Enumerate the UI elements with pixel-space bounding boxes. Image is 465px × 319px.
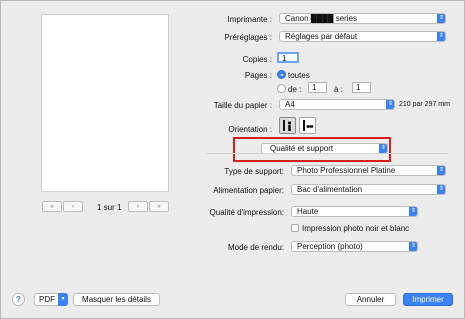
help-button[interactable]: ? — [12, 293, 25, 306]
paper-source-label: Alimentation papier: — [213, 186, 284, 195]
first-page-button[interactable]: « — [42, 201, 62, 212]
pager-back-group: « ‹ — [42, 201, 83, 212]
paper-source-value: Bac d'alimentation — [297, 185, 363, 194]
printer-select[interactable]: Canon ████ series ⇕ — [279, 13, 446, 24]
double-chevron-right-icon: » — [157, 203, 161, 210]
copies-input[interactable]: 1 — [277, 52, 299, 63]
page-preview — [41, 14, 169, 192]
next-page-button[interactable]: › — [128, 201, 148, 212]
rendering-select[interactable]: Perception (photo) ⇕ — [291, 241, 418, 252]
updown-arrows-icon: ⇕ — [437, 166, 445, 175]
pages-all-label: toutes — [288, 71, 310, 80]
chevron-down-icon: ▾ — [58, 293, 68, 306]
landscape-icon — [303, 120, 314, 131]
portrait-icon — [283, 120, 292, 131]
portrait-button[interactable] — [279, 117, 296, 134]
printer-value: Canon ████ series — [285, 14, 358, 23]
highlight-box — [233, 137, 391, 162]
grayscale-checkbox[interactable] — [291, 224, 299, 232]
updown-arrows-icon: ⇕ — [437, 32, 445, 41]
media-type-label: Type de support: — [224, 167, 284, 176]
print-quality-select[interactable]: Haute ⇕ — [291, 206, 418, 217]
updown-arrows-icon: ⇕ — [386, 100, 394, 109]
pages-all-radio[interactable] — [277, 70, 286, 79]
pager-forward-group: › » — [128, 201, 169, 212]
printer-label: Imprimante : — [227, 15, 272, 24]
pdf-menu-button[interactable]: PDF ▾ — [34, 293, 68, 306]
updown-arrows-icon: ⇕ — [437, 14, 445, 23]
rendering-value: Perception (photo) — [297, 242, 363, 251]
media-type-value: Photo Professionnel Platine — [297, 166, 396, 175]
print-button[interactable]: Imprimer — [403, 293, 453, 306]
pages-from-input[interactable]: 1 — [308, 82, 327, 93]
pages-from-label: de : — [288, 85, 302, 94]
grayscale-label: Impression photo noir et blanc — [302, 224, 410, 233]
pages-range-radio[interactable] — [277, 84, 286, 93]
pages-to-input[interactable]: 1 — [352, 82, 371, 93]
print-dialog: « ‹ 1 sur 1 › » Imprimante : Canon ████ … — [0, 0, 465, 319]
updown-arrows-icon: ⇕ — [409, 242, 417, 251]
landscape-button[interactable] — [299, 117, 316, 134]
paper-size-select[interactable]: A4 ⇕ — [279, 99, 395, 110]
presets-value: Réglages par défaut — [285, 32, 358, 41]
last-page-button[interactable]: » — [149, 201, 169, 212]
print-quality-value: Haute — [297, 207, 319, 216]
pages-label: Pages : — [244, 71, 272, 80]
chevron-left-icon: ‹ — [72, 203, 74, 210]
double-chevron-left-icon: « — [50, 203, 54, 210]
cancel-button[interactable]: Annuler — [345, 293, 396, 306]
page-indicator: 1 sur 1 — [97, 203, 122, 212]
updown-arrows-icon: ⇕ — [409, 207, 417, 216]
presets-label: Préréglages : — [224, 33, 272, 42]
section-divider — [206, 153, 448, 154]
paper-size-label: Taille du papier : — [213, 101, 272, 110]
paper-size-value: A4 — [285, 100, 295, 109]
updown-arrows-icon: ⇕ — [437, 185, 445, 194]
pages-to-label: à : — [334, 85, 343, 94]
orientation-label: Orientation : — [228, 125, 272, 134]
media-type-select[interactable]: Photo Professionnel Platine ⇕ — [291, 165, 446, 176]
chevron-right-icon: › — [137, 203, 139, 210]
print-quality-label: Qualité d'impression: — [209, 208, 284, 217]
paper-source-select[interactable]: Bac d'alimentation ⇕ — [291, 184, 446, 195]
paper-dimensions: 210 par 297 mm — [399, 101, 450, 108]
copies-label: Copies : — [242, 55, 272, 64]
pdf-label: PDF — [39, 295, 55, 304]
hide-details-button[interactable]: Masquer les détails — [73, 293, 160, 306]
presets-select[interactable]: Réglages par défaut ⇕ — [279, 31, 446, 42]
rendering-label: Mode de rendu: — [227, 243, 284, 252]
prev-page-button[interactable]: ‹ — [63, 201, 83, 212]
